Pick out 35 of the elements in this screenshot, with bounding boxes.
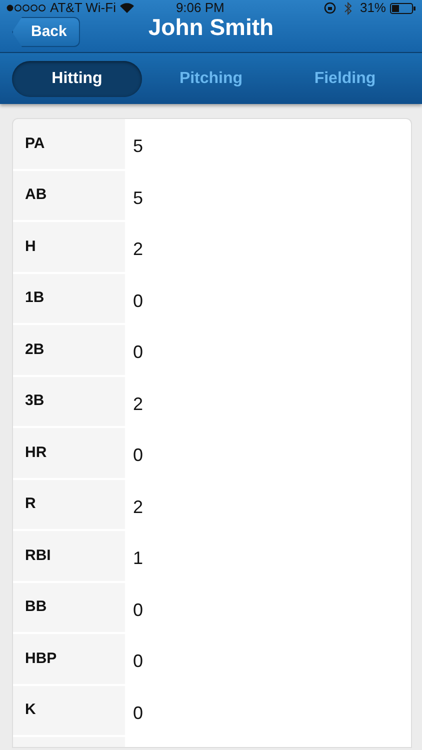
stat-label: 3B bbox=[24, 391, 46, 411]
stat-label: HR bbox=[24, 442, 48, 462]
battery-icon bbox=[390, 2, 416, 14]
tab[interactable]: Pitching bbox=[146, 60, 276, 96]
stat-label: RBI bbox=[24, 546, 52, 566]
stat-label: H bbox=[24, 236, 37, 256]
stat-value: 0 bbox=[132, 650, 144, 673]
signal-icon bbox=[6, 4, 46, 12]
tab[interactable]: Hitting bbox=[12, 60, 142, 96]
wifi-icon bbox=[120, 3, 134, 13]
stat-label: PA bbox=[24, 134, 46, 154]
stat-label: K bbox=[24, 700, 37, 720]
stat-value: 1 bbox=[132, 547, 144, 570]
stat-value: 0 bbox=[132, 290, 144, 312]
stat-value: 0 bbox=[132, 341, 144, 364]
tab[interactable]: Fielding bbox=[280, 60, 410, 96]
stat-label: HBP bbox=[24, 648, 58, 668]
stat-label: BB bbox=[24, 597, 48, 617]
stat-value: 2 bbox=[132, 496, 144, 518]
bluetooth-icon bbox=[344, 2, 352, 14]
stat-value: 0 bbox=[132, 598, 144, 622]
lock-rotation-icon bbox=[324, 2, 336, 14]
stat-value: 5 bbox=[132, 186, 144, 210]
stat-value: 5 bbox=[132, 135, 144, 158]
battery-percent: 31% bbox=[360, 0, 386, 18]
stat-label: AB bbox=[24, 185, 48, 205]
stat-label: 2B bbox=[24, 340, 46, 360]
back-button[interactable]: Back bbox=[12, 17, 80, 47]
stat-label: R bbox=[24, 494, 37, 514]
stat-value: 0 bbox=[132, 444, 144, 467]
stat-value: 0 bbox=[132, 702, 144, 724]
stat-value: 2 bbox=[132, 392, 144, 416]
carrier-label: AT&T Wi-Fi bbox=[50, 0, 116, 18]
stat-value: 2 bbox=[132, 238, 144, 261]
stat-label: 1B bbox=[24, 288, 46, 308]
